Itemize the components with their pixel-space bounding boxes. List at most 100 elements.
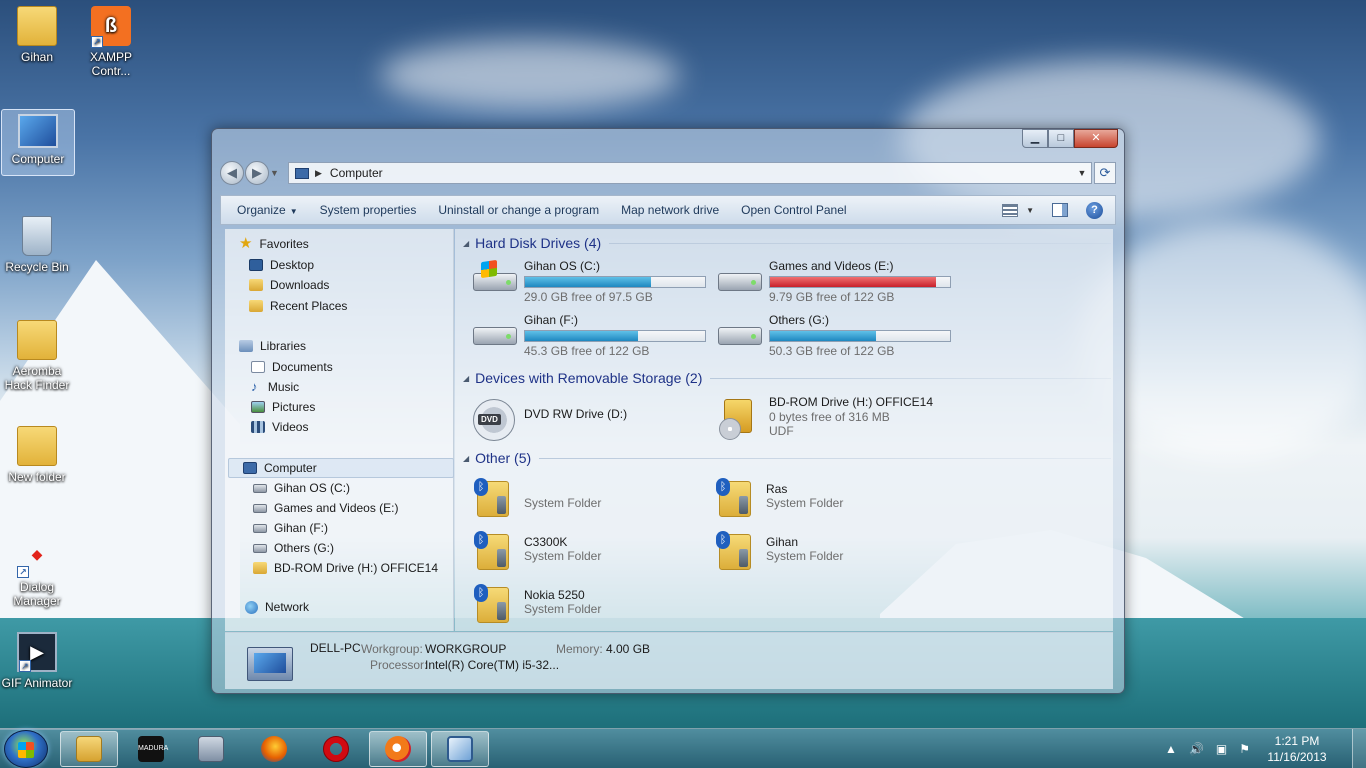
action-center-flag-icon[interactable]: ⚑ [1239,742,1250,756]
nav-network[interactable]: Network [245,600,309,614]
address-bar[interactable]: ▶ Computer ▼ [288,162,1092,184]
start-button[interactable] [4,730,48,768]
back-button[interactable]: ◀ [220,161,244,185]
show-desktop-button[interactable] [1352,729,1366,768]
nav-item-drive-h[interactable]: BD-ROM Drive (H:) OFFICE14 [253,561,438,575]
desktop-icon-aeromba[interactable]: Aeromba Hack Finder [0,320,74,392]
forward-button[interactable]: ▶ [245,161,269,185]
nav-item-pictures[interactable]: Pictures [251,400,315,414]
desktop-icon-computer[interactable]: Computer [1,109,75,176]
desktop-icon-gihan[interactable]: Gihan [0,6,74,64]
desktop-icon-label: Dialog Manager [13,580,61,608]
desktop-icon [249,259,263,271]
drive-tile-c[interactable]: Gihan OS (C:) 29.0 GB free of 97.5 GB [471,259,711,307]
group-header-hard-disk-drives[interactable]: ◢ Hard Disk Drives (4) [463,235,1111,251]
volume-icon[interactable]: 🔊 [1189,742,1204,756]
clock[interactable]: 1:21 PM 11/16/2013 [1262,733,1332,765]
uninstall-program-button[interactable]: Uninstall or change a program [430,203,613,217]
desktop-icon-dialog-manager[interactable]: ◆ ↗ Dialog Manager [0,536,74,608]
maximize-button[interactable]: □ [1048,129,1074,148]
clock-time: 1:21 PM [1274,734,1320,748]
organize-button[interactable]: Organize ▼ [229,203,312,217]
memory-label: Memory: [556,642,603,656]
breadcrumb-computer[interactable]: Computer [330,166,383,180]
drive-free-space: 29.0 GB free of 97.5 GB [524,290,653,304]
desktop-icon-new-folder[interactable]: New folder [0,426,74,484]
desktop-icon-label: Aeromba Hack Finder [4,364,70,392]
device-name: Gihan [766,535,799,549]
other-tile-gihan[interactable]: Gihan System Folder [713,528,953,576]
device-tile-dvd[interactable]: DVD DVD RW Drive (D:) [471,395,711,443]
recent-pages-dropdown[interactable]: ▼ [270,168,282,178]
nav-item-documents[interactable]: Documents [251,360,333,374]
drive-usage-fill [525,331,639,341]
bd-rom-icon [716,395,764,440]
bluetooth-device-icon [713,528,761,572]
desktop-icon-recycle-bin[interactable]: Recycle Bin [0,216,74,274]
other-tile-ras[interactable]: Ras System Folder [713,475,953,523]
nav-item-drive-c[interactable]: Gihan OS (C:) [253,481,350,495]
close-button[interactable]: ✕ [1074,129,1118,148]
nav-computer[interactable]: Computer [243,461,317,475]
device-type: System Folder [524,549,602,563]
computer-icon [295,167,309,179]
nav-item-drive-f[interactable]: Gihan (F:) [253,521,328,535]
nav-item-music[interactable]: ♪ Music [251,380,299,394]
open-control-panel-button[interactable]: Open Control Panel [733,203,860,217]
view-options-dropdown[interactable]: ▼ [1026,206,1034,215]
bluetooth-device-icon [471,581,519,625]
nav-libraries[interactable]: Libraries [239,339,306,353]
other-tile-1[interactable]: System Folder [471,475,711,523]
drive-name: Gihan (F:) [524,313,579,327]
other-tile-c3300k[interactable]: C3300K System Folder [471,528,711,576]
address-history-dropdown[interactable]: ▼ [1073,168,1091,178]
drive-tile-g[interactable]: Others (G:) 50.3 GB free of 122 GB [716,313,956,361]
nav-item-downloads[interactable]: Downloads [249,278,329,292]
safely-remove-hardware-icon[interactable]: ▣ [1216,742,1227,756]
group-header-removable-storage[interactable]: ◢ Devices with Removable Storage (2) [463,370,1111,386]
navigation-pane: ★ Favorites Desktop Downloads Recent Plac… [225,229,454,631]
taskbar-calculator[interactable] [182,731,240,767]
map-network-drive-button[interactable]: Map network drive [613,203,733,217]
drive-icon [253,543,267,553]
show-hidden-icons-icon[interactable]: ▲ [1165,742,1177,756]
system-properties-button[interactable]: System properties [312,203,431,217]
taskbar-madura[interactable]: MADURA [122,731,180,767]
drive-tile-f[interactable]: Gihan (F:) 45.3 GB free of 122 GB [471,313,711,361]
nav-item-videos[interactable]: Videos [251,420,308,434]
dialog-icon: ◆ ↗ [17,536,57,578]
breadcrumb-separator-icon[interactable]: ▶ [315,168,322,179]
other-tile-nokia[interactable]: Nokia 5250 System Folder [471,581,711,629]
device-tile-bd-rom[interactable]: BD-ROM Drive (H:) OFFICE14 0 bytes free … [716,395,956,443]
refresh-button[interactable]: ⟳ [1094,162,1116,184]
nav-item-drive-g[interactable]: Others (G:) [253,541,334,555]
help-icon[interactable]: ? [1086,201,1103,219]
desktop-icon-xampp[interactable]: ß ↗ XAMPP Contr... [74,6,148,78]
minimize-button[interactable]: ▁ [1022,129,1048,148]
desktop-icon-gif-animator[interactable]: ▶ ↗ GIF Animator [0,632,74,690]
taskbar-opera[interactable] [307,731,365,767]
drive-usage-fill [770,277,936,287]
documents-icon [251,361,265,373]
nav-favorites[interactable]: ★ Favorites [239,236,309,251]
group-header-other[interactable]: ◢ Other (5) [463,450,1111,466]
nav-item-recent-places[interactable]: Recent Places [249,299,347,313]
firefox-icon [261,736,287,762]
taskbar-virtualbox[interactable] [431,731,489,767]
nav-item-desktop[interactable]: Desktop [249,258,314,272]
taskbar-firefox[interactable] [245,731,303,767]
drive-tile-e[interactable]: Games and Videos (E:) 9.79 GB free of 12… [716,259,956,307]
device-name: DVD RW Drive (D:) [524,407,628,421]
hard-drive-icon [471,313,519,357]
device-name: C3300K [524,535,568,549]
nav-item-drive-e[interactable]: Games and Videos (E:) [253,501,399,515]
preview-pane-icon[interactable] [1052,203,1068,217]
explorer-window[interactable]: ▁ □ ✕ ◀ ▶ ▼ ▶ Computer ▼ ⟳ Organize ▼ Sys… [211,128,1125,694]
address-row: ◀ ▶ ▼ ▶ Computer ▼ ⟳ [220,160,1116,186]
device-name: Ras [766,482,788,496]
change-view-icon[interactable] [1002,203,1019,217]
taskbar-firefox-running[interactable] [369,731,427,767]
drive-name: Gihan OS (C:) [524,259,601,273]
taskbar-explorer[interactable] [60,731,118,767]
clock-date: 11/16/2013 [1267,750,1327,764]
